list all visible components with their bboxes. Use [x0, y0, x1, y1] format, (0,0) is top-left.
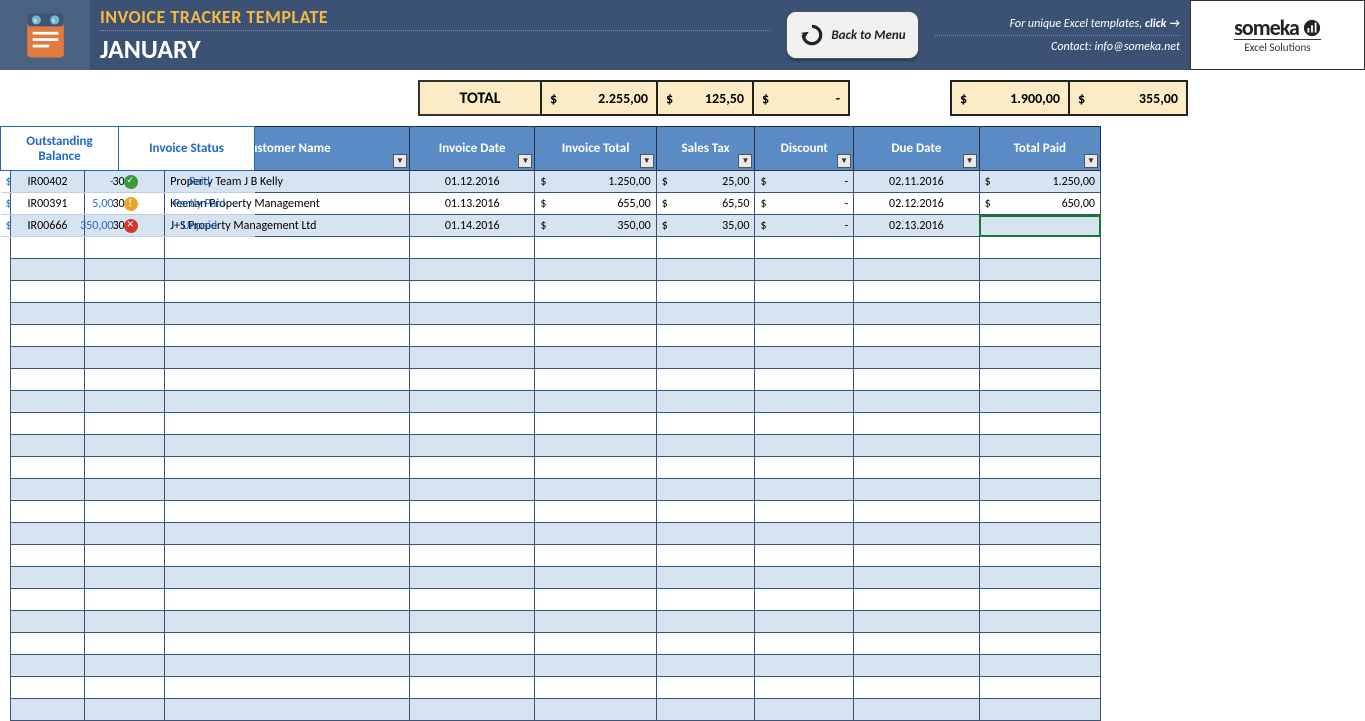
- cell-invoice-date[interactable]: 01.14.2016: [409, 215, 534, 237]
- table-row[interactable]: [11, 391, 1101, 413]
- cell-status: Unpaid: [145, 215, 255, 237]
- app-logo: $ $: [0, 0, 90, 70]
- chart-icon: [1303, 19, 1321, 37]
- back-button-wrap: Back to Menu: [780, 0, 925, 70]
- table-row[interactable]: [11, 589, 1101, 611]
- total-discount: $-: [752, 80, 850, 116]
- cell-sales-tax[interactable]: $35,00: [656, 215, 755, 237]
- cell-due-date[interactable]: 02.11.2016: [854, 171, 979, 193]
- table-row[interactable]: [11, 281, 1101, 303]
- cell-due-date[interactable]: 02.13.2016: [854, 215, 979, 237]
- svg-text:$: $: [33, 16, 36, 24]
- cell-invoice-total[interactable]: $350,00: [535, 215, 656, 237]
- table-row[interactable]: [11, 369, 1101, 391]
- contact-text: Contact: info@someka.net: [1051, 40, 1180, 54]
- total-outstanding: $355,00: [1068, 80, 1188, 116]
- table-row[interactable]: [11, 347, 1101, 369]
- table-row[interactable]: [11, 457, 1101, 479]
- filter-icon[interactable]: ▼: [837, 154, 851, 168]
- unpaid-icon: [124, 219, 138, 233]
- col-total-paid[interactable]: Total Paid▼: [979, 127, 1100, 171]
- back-button-label: Back to Menu: [831, 28, 905, 43]
- cell-invoice-total[interactable]: $1.250,00: [535, 171, 656, 193]
- col-status: Invoice Status: [119, 127, 255, 171]
- table-row[interactable]: [11, 435, 1101, 457]
- table-row[interactable]: [11, 633, 1101, 655]
- cell-outstanding: $-: [1, 171, 119, 193]
- total-invoice: $2.255,00: [540, 80, 658, 116]
- month-label: JANUARY: [100, 33, 770, 65]
- back-to-menu-button[interactable]: Back to Menu: [786, 11, 919, 59]
- cell-discount[interactable]: $-: [755, 193, 854, 215]
- filter-icon[interactable]: ▼: [738, 154, 752, 168]
- invoice-icon: $ $: [18, 8, 73, 63]
- status-row: $350,00 Unpaid: [1, 215, 255, 237]
- app-header: $ $ INVOICE TRACKER TEMPLATE JANUARY Bac…: [0, 0, 1365, 70]
- table-row[interactable]: [11, 655, 1101, 677]
- cell-sales-tax[interactable]: $25,00: [656, 171, 755, 193]
- totals-label: TOTAL: [418, 80, 542, 116]
- brand-logo[interactable]: someka Excel Solutions: [1190, 0, 1365, 70]
- promo-text[interactable]: For unique Excel templates, click →: [935, 17, 1180, 36]
- table-row[interactable]: [11, 303, 1101, 325]
- cell-status: Paid: [145, 171, 255, 193]
- cell-status: Partly Paid: [145, 193, 255, 215]
- col-sales-tax[interactable]: Sales Tax▼: [656, 127, 755, 171]
- filter-icon[interactable]: ▼: [393, 154, 407, 168]
- cell-outstanding: $350,00: [1, 215, 119, 237]
- table-row[interactable]: [11, 479, 1101, 501]
- cell-invoice-total[interactable]: $655,00: [535, 193, 656, 215]
- title-block: INVOICE TRACKER TEMPLATE JANUARY: [90, 0, 780, 70]
- cell-sales-tax[interactable]: $65,50: [656, 193, 755, 215]
- totals-row: TOTAL $2.255,00 $125,50 $- $1.900,00 $35…: [0, 70, 1365, 126]
- col-outstanding: Outstanding Balance: [1, 127, 119, 171]
- table-row[interactable]: [11, 523, 1101, 545]
- filter-icon[interactable]: ▼: [1084, 154, 1098, 168]
- table-row[interactable]: [11, 677, 1101, 699]
- col-due-date[interactable]: Due Date▼: [854, 127, 979, 171]
- cell-invoice-date[interactable]: 01.13.2016: [409, 193, 534, 215]
- cell-total-paid[interactable]: $1.250,00: [979, 171, 1100, 193]
- header-info: For unique Excel templates, click → Cont…: [925, 0, 1190, 70]
- table-row[interactable]: [11, 259, 1101, 281]
- cell-discount[interactable]: $-: [755, 171, 854, 193]
- table-row[interactable]: [11, 237, 1101, 259]
- status-row: $- Paid: [1, 171, 255, 193]
- status-row: $5,00 Partly Paid: [1, 193, 255, 215]
- cell-status-icon: [119, 193, 145, 215]
- col-invoice-date[interactable]: Invoice Date▼: [409, 127, 534, 171]
- table-row[interactable]: [11, 611, 1101, 633]
- filter-icon[interactable]: ▼: [518, 154, 532, 168]
- svg-text:$: $: [51, 16, 54, 24]
- cell-total-paid[interactable]: [979, 215, 1100, 237]
- table-row[interactable]: [11, 325, 1101, 347]
- partly-icon: [124, 197, 138, 211]
- table-row[interactable]: [11, 413, 1101, 435]
- filter-icon[interactable]: ▼: [963, 154, 977, 168]
- cell-outstanding: $5,00: [1, 193, 119, 215]
- table-row[interactable]: [11, 545, 1101, 567]
- total-paid: $1.900,00: [950, 80, 1070, 116]
- col-invoice-total[interactable]: Invoice Total▼: [535, 127, 656, 171]
- cell-status-icon: [119, 171, 145, 193]
- paid-icon: [124, 175, 138, 189]
- cell-discount[interactable]: $-: [755, 215, 854, 237]
- table-row[interactable]: [11, 699, 1101, 721]
- status-table: Outstanding Balance Invoice Status $- Pa…: [0, 126, 255, 237]
- table-row[interactable]: [11, 501, 1101, 523]
- filter-icon[interactable]: ▼: [640, 154, 654, 168]
- col-discount[interactable]: Discount▼: [755, 127, 854, 171]
- cell-total-paid[interactable]: $650,00: [979, 193, 1100, 215]
- total-tax: $125,50: [656, 80, 754, 116]
- page-title: INVOICE TRACKER TEMPLATE: [100, 6, 770, 31]
- cell-due-date[interactable]: 02.12.2016: [854, 193, 979, 215]
- cell-status-icon: [119, 215, 145, 237]
- table-row[interactable]: [11, 567, 1101, 589]
- back-arrow-icon: [799, 22, 825, 48]
- cell-invoice-date[interactable]: 01.12.2016: [409, 171, 534, 193]
